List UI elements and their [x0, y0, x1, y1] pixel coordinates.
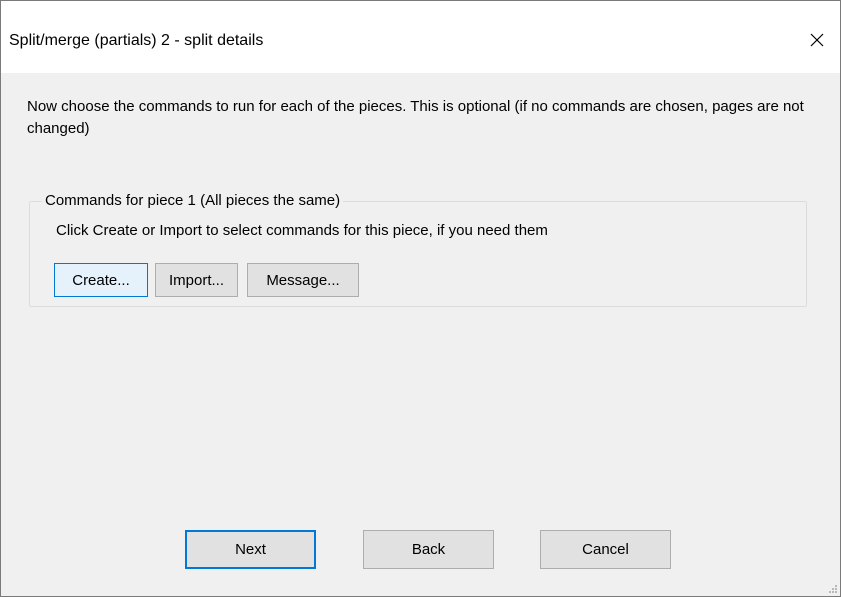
dialog-content: Now choose the commands to run for each …: [1, 73, 840, 596]
import-button[interactable]: Import...: [155, 263, 238, 297]
cancel-button[interactable]: Cancel: [540, 530, 671, 569]
message-button[interactable]: Message...: [247, 263, 359, 297]
create-button[interactable]: Create...: [54, 263, 148, 297]
next-button[interactable]: Next: [185, 530, 316, 569]
close-button[interactable]: [794, 19, 840, 61]
groupbox-legend: Commands for piece 1 (All pieces the sam…: [42, 191, 344, 211]
resize-grip-icon[interactable]: [826, 582, 838, 594]
intro-text: Now choose the commands to run for each …: [27, 98, 804, 137]
dialog-window: Split/merge (partials) 2 - split details…: [0, 0, 841, 597]
back-button[interactable]: Back: [363, 530, 494, 569]
groupbox-hint: Click Create or Import to select command…: [56, 222, 548, 239]
commands-groupbox: Commands for piece 1 (All pieces the sam…: [29, 191, 807, 307]
window-title: Split/merge (partials) 2 - split details: [9, 32, 264, 49]
close-icon: [810, 33, 824, 47]
title-bar: Split/merge (partials) 2 - split details: [1, 1, 840, 73]
